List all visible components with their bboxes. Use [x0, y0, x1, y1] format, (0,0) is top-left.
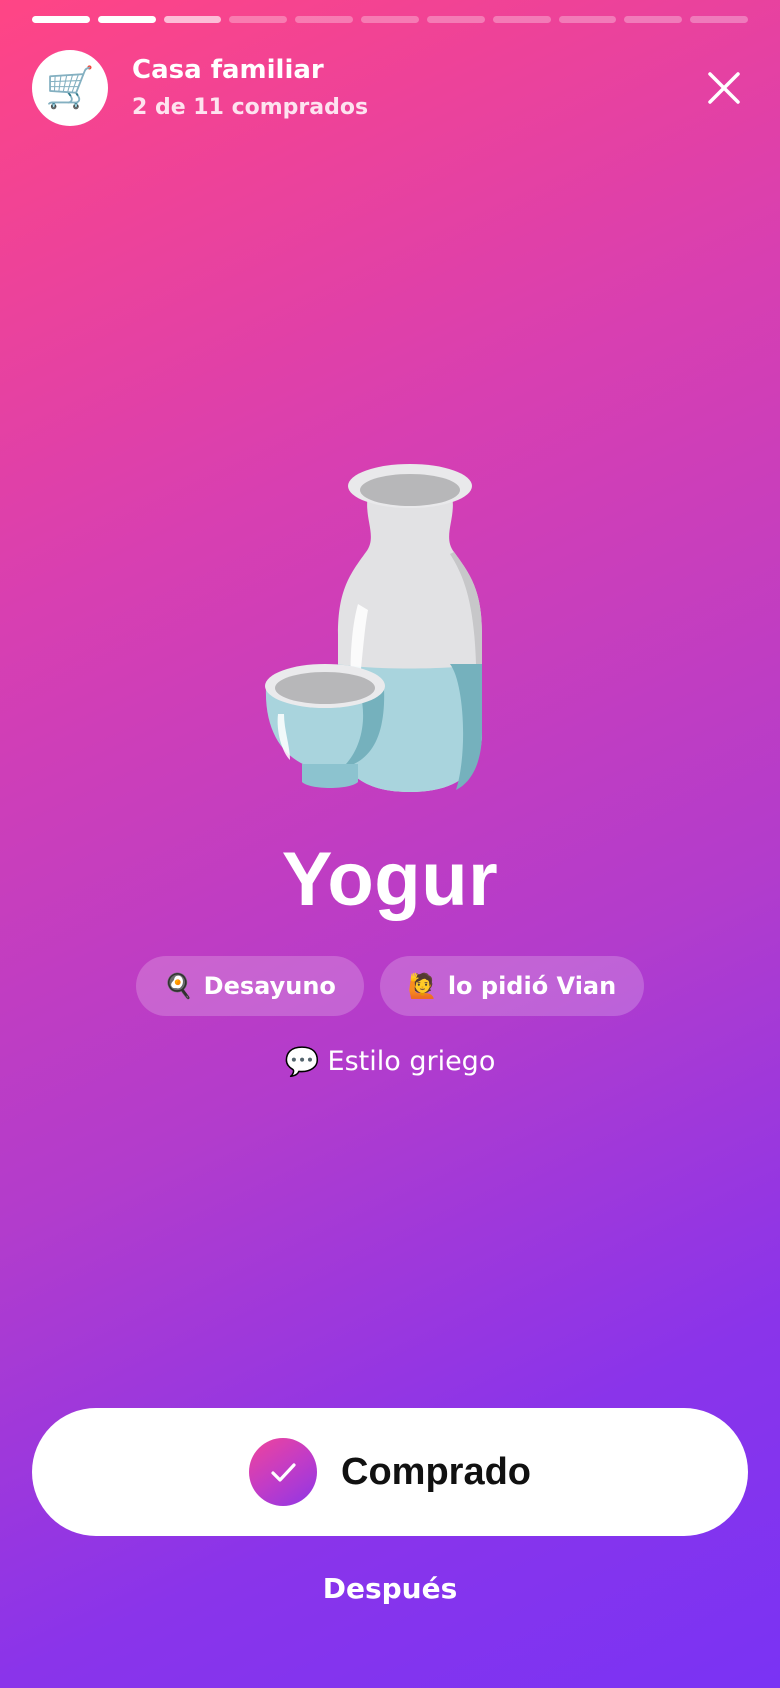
item-note: 💬 Estilo griego [0, 1042, 780, 1082]
progress-segment-current [163, 16, 222, 23]
item-tags: 🍳 Desayuno 🙋 lo pidió Vian [0, 956, 780, 1016]
progress-segment [690, 16, 748, 23]
bought-button[interactable]: Comprado [32, 1408, 748, 1536]
list-header: 🛒 Casa familiar 2 de 11 comprados [32, 50, 748, 126]
requested-by-tag-label: lo pidió Vian [447, 972, 617, 1000]
close-button[interactable] [694, 58, 754, 118]
check-icon [249, 1438, 317, 1506]
bought-button-label: Comprado [341, 1450, 531, 1493]
later-button[interactable]: Después [0, 1572, 780, 1605]
progress-segment [32, 16, 90, 23]
shopping-cart-icon: 🛒 [45, 65, 95, 111]
progress-segment [295, 16, 354, 23]
list-avatar: 🛒 [32, 50, 108, 126]
list-progress-text: 2 de 11 comprados [132, 95, 369, 120]
requested-by-tag: 🙋 lo pidió Vian [379, 956, 645, 1016]
story-progress-bar [32, 16, 748, 23]
progress-segment [558, 16, 617, 23]
speech-bubble-icon: 💬 [284, 1045, 320, 1078]
category-tag: 🍳 Desayuno [135, 956, 364, 1016]
progress-segment [229, 16, 288, 23]
category-tag-label: Desayuno [203, 972, 336, 1000]
list-info: Casa familiar 2 de 11 comprados [132, 53, 694, 123]
progress-segment [361, 16, 419, 23]
progress-segment [426, 16, 485, 23]
close-icon [708, 72, 740, 104]
item-note-text: Estilo griego [327, 1046, 496, 1077]
progress-segment [624, 16, 683, 23]
frying-pan-icon: 🍳 [163, 972, 194, 1000]
progress-segment [97, 16, 156, 23]
list-name: Casa familiar [132, 55, 324, 85]
item-name: Yogur [281, 837, 499, 922]
sake-bottle-and-cup-icon [265, 464, 482, 792]
raising-hand-icon: 🙋 [407, 972, 438, 1000]
progress-segment [492, 16, 551, 23]
